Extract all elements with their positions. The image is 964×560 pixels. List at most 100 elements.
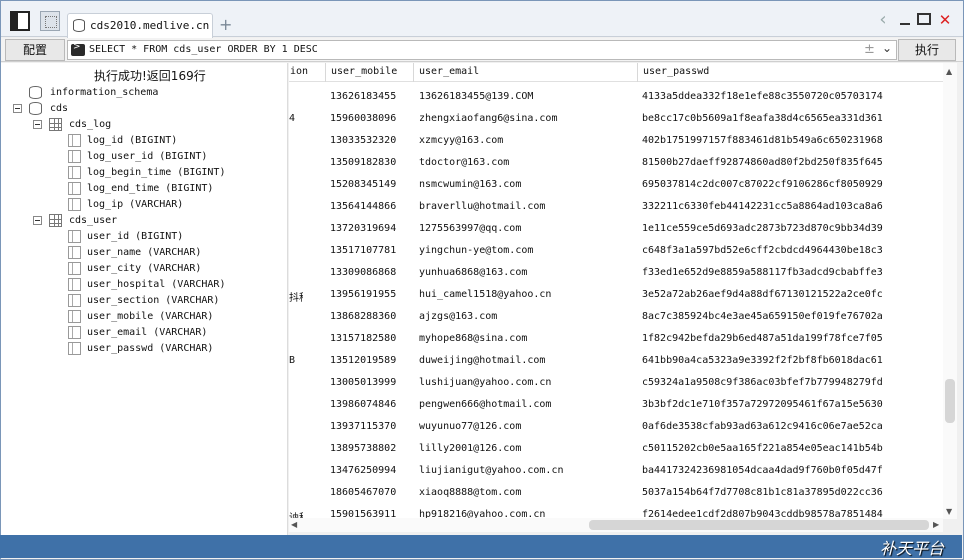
table-cell[interactable]: 13005013999 [330, 377, 414, 388]
table-cell[interactable]: 13509182830 [330, 157, 414, 168]
table-cell[interactable]: yingchun-ye@tom.com [419, 245, 634, 256]
table-cell[interactable]: 13895738802 [330, 443, 414, 454]
table-cell[interactable]: 13956191955 [330, 289, 414, 300]
table-cell[interactable]: c50115202cb0e5aa165f221a854e05eac141b54b [642, 443, 942, 454]
column-header[interactable]: ion [290, 66, 308, 77]
scroll-right-icon[interactable]: ▶ [933, 520, 939, 529]
table-row[interactable]: 13509182830 tdoctor@163.com 81500b27daeff9… [289, 152, 943, 174]
table-cell[interactable]: 13937115370 [330, 421, 414, 432]
table-cell[interactable]: xiaoq8888@tom.com [419, 487, 634, 498]
table-cell[interactable]: pengwen666@hotmail.com [419, 399, 634, 410]
table-cell[interactable]: hui_camel1518@yahoo.cn [419, 289, 634, 300]
table-cell[interactable]: 18605467070 [330, 487, 414, 498]
table-cell[interactable]: nsmcwumin@163.com [419, 179, 634, 190]
table-cell[interactable]: braverllu@hotmail.com [419, 201, 634, 212]
table-row[interactable]: 13868288360 ajzgs@163.com 8ac7c385924bc4e3… [289, 306, 943, 328]
table-cell[interactable]: lushijuan@yahoo.com.cn [419, 377, 634, 388]
table-cell[interactable]: 13157182580 [330, 333, 414, 344]
table-cell[interactable]: 8ac7c385924bc4e3ae45a659150ef019fe76702a [642, 311, 942, 322]
table-cell[interactable]: 81500b27daeff92874860ad80f2bd250f835f645 [642, 157, 942, 168]
column-divider[interactable] [637, 63, 638, 82]
table-cell[interactable]: B [289, 355, 303, 366]
scroll-left-icon[interactable]: ◀ [291, 520, 297, 529]
table-cell[interactable]: 13986074846 [330, 399, 414, 410]
close-button[interactable]: ✕ [937, 13, 953, 28]
table-row[interactable]: 13895738802 lilly2001@126.com c50115202cb0… [289, 438, 943, 460]
table-cell[interactable]: 1e11ce559ce5d693adc2873b723d870c9bb34d39 [642, 223, 942, 234]
table-row[interactable]: B 13512019589 duweijing@hotmail.com 641bb90… [289, 350, 943, 372]
table-cell[interactable]: 5037a154b64f7d7708c81b1c81a37895d022cc36 [642, 487, 942, 498]
table-cell[interactable]: f33ed1e652d9e8859a588117fb3adcd9cbabffe3 [642, 267, 942, 278]
table-cell[interactable]: 15960038096 [330, 113, 414, 124]
table-cell[interactable]: lilly2001@126.com [419, 443, 634, 454]
table-cell[interactable]: 4133a5ddea332f18e1efe88c3550720c05703174 [642, 91, 942, 102]
table-row[interactable]: 13564144866 braverllu@hotmail.com 332211c6… [289, 196, 943, 218]
scroll-thumb[interactable] [589, 520, 929, 530]
scroll-up-icon[interactable]: ▲ [946, 67, 952, 76]
table-cell[interactable]: 695037814c2dc007c87022cf9106286cf8050929 [642, 179, 942, 190]
table-cell[interactable]: 15208345149 [330, 179, 414, 190]
table-cell[interactable]: xzmcyy@163.com [419, 135, 634, 146]
table-row[interactable]: 15208345149 nsmcwumin@163.com 695037814c2d… [289, 174, 943, 196]
table-row[interactable]: 讷科15901563911hp918216@yahoo.com.cnf2614e… [289, 504, 943, 519]
new-tab-button[interactable]: + [219, 15, 232, 34]
scroll-thumb[interactable] [945, 379, 955, 423]
table-cell[interactable]: 13476250994 [330, 465, 414, 476]
table-cell[interactable]: 641bb90a4ca5323a9e3392f2f2bf8fb6018dac61 [642, 355, 942, 366]
table-cell[interactable]: 13309086868 [330, 267, 414, 278]
table-cell[interactable]: c59324a1a9508c9f386ac03bfef7b779948279fd [642, 377, 942, 388]
table-cell[interactable]: 402b1751997157f883461d81b549a6c650231968 [642, 135, 942, 146]
table-cell[interactable]: 13517107781 [330, 245, 414, 256]
table-row[interactable]: 13937115370 wuyunuo77@126.com 0af6de3538cf… [289, 416, 943, 438]
table-cell[interactable]: ajzgs@163.com [419, 311, 634, 322]
table-cell[interactable]: be8cc17c0b5609a1f8eafa38d4c6565ea331d361 [642, 113, 942, 124]
table-cell[interactable]: 13512019589 [330, 355, 414, 366]
table-cell[interactable]: 抖科 [289, 289, 303, 304]
table-row[interactable]: 13157182580 myhope868@sina.com 1f82c942bef… [289, 328, 943, 350]
horizontal-scrollbar[interactable]: ◀ ▶ [289, 518, 943, 532]
table-row[interactable]: 13626183455 13626183455@139.COM 4133a5ddea… [289, 86, 943, 108]
table-cell[interactable]: wuyunuo77@126.com [419, 421, 634, 432]
table-row[interactable]: 13476250994 liujianigut@yahoo.com.cn ba441… [289, 460, 943, 482]
table-cell[interactable]: 13033532320 [330, 135, 414, 146]
table-cell[interactable]: 332211c6330feb44142231cc5a8864ad103ca8a6 [642, 201, 942, 212]
run-button[interactable]: 执行 [898, 39, 956, 61]
table-row[interactable]: 4 15960038096 zhengxiaofang6@sina.com be8cc… [289, 108, 943, 130]
column-divider[interactable] [325, 63, 326, 82]
table-cell[interactable]: myhope868@sina.com [419, 333, 634, 344]
table-cell[interactable]: yunhua6868@163.com [419, 267, 634, 278]
column-header[interactable]: user_passwd [643, 66, 709, 77]
table-cell[interactable]: liujianigut@yahoo.com.cn [419, 465, 634, 476]
sql-input[interactable]: SELECT * FROM cds_user ORDER BY 1 DESC ±… [67, 40, 897, 60]
table-cell[interactable]: 4 [289, 113, 303, 124]
table-row[interactable]: 13309086868 yunhua6868@163.com f33ed1e652d… [289, 262, 943, 284]
table-row[interactable]: 13005013999 lushijuan@yahoo.com.cn c59324a… [289, 372, 943, 394]
table-cell[interactable]: 1275563997@qq.com [419, 223, 634, 234]
table-row[interactable]: 13517107781 yingchun-ye@tom.com c648f3a1a5… [289, 240, 943, 262]
plus-minus-icon[interactable]: ± [864, 42, 875, 57]
table-row[interactable]: 13720319694 1275563997@qq.com 1e11ce559ce5… [289, 218, 943, 240]
table-cell[interactable]: 13868288360 [330, 311, 414, 322]
column-header[interactable]: user_mobile [331, 66, 397, 77]
table-cell[interactable]: 3b3bf2dc1e710f357a72972095461f67a15e5630 [642, 399, 942, 410]
table-cell[interactable]: 3e52a72ab26aef9d4a88df67130121522a2ce0fc [642, 289, 942, 300]
column-divider[interactable] [413, 63, 414, 82]
column-header[interactable]: user_email [419, 66, 479, 77]
table-row[interactable]: 13986074846 pengwen666@hotmail.com 3b3bf2d… [289, 394, 943, 416]
table-row[interactable]: 抖科 13956191955 hui_camel1518@yahoo.cn 3e52a… [289, 284, 943, 306]
scroll-down-icon[interactable]: ▼ [946, 507, 952, 516]
table-cell[interactable]: c648f3a1a597bd52e6cff2cbdcd4964430be18c3 [642, 245, 942, 256]
collapse-icon[interactable] [13, 104, 22, 113]
collapse-icon[interactable] [33, 216, 42, 225]
table-cell[interactable]: 13626183455@139.COM [419, 91, 634, 102]
table-cell[interactable]: 13564144866 [330, 201, 414, 212]
table-cell[interactable]: ba4417324236981054dcaa4dad9f760b0f05d47f [642, 465, 942, 476]
maximize-button[interactable] [917, 13, 931, 25]
sidebar-toggle-icon[interactable] [10, 11, 30, 31]
tab-overview-icon[interactable] [40, 11, 60, 31]
vertical-scrollbar[interactable]: ▲ ▼ [943, 63, 957, 519]
tab-active[interactable]: cds2010.medlive.cn [67, 13, 213, 38]
table-row[interactable]: 18605467070 xiaoq8888@tom.com 5037a154b64f… [289, 482, 943, 504]
table-cell[interactable]: tdoctor@163.com [419, 157, 634, 168]
back-arrow-icon[interactable]: ‹ [875, 11, 891, 29]
